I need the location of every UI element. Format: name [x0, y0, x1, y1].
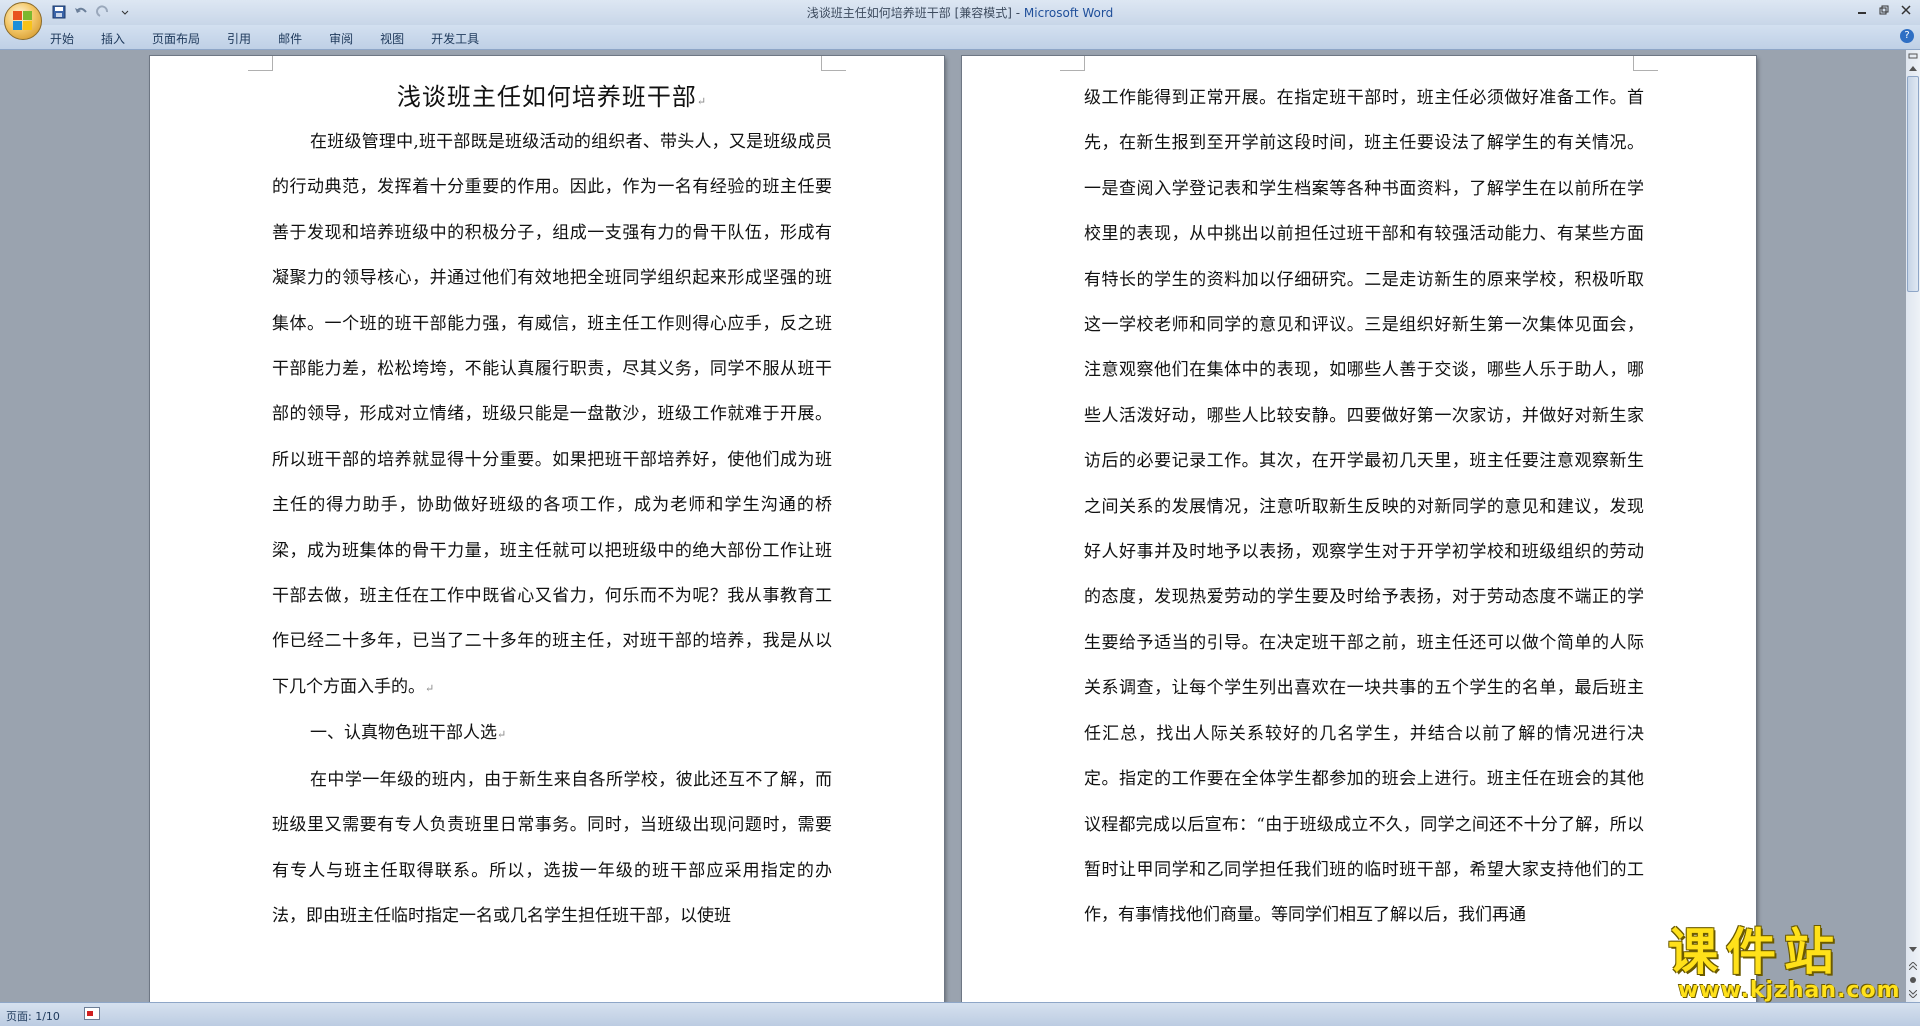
site-watermark: 课件站 www.kjzhan.com: [1668, 924, 1904, 1004]
window-title: 浅谈班主任如何培养班干部 [兼容模式] - Microsoft Word: [0, 4, 1920, 21]
previous-page-button[interactable]: [1906, 960, 1920, 972]
close-icon: [1901, 5, 1911, 15]
tab-developer[interactable]: 开发工具: [431, 30, 479, 47]
vertical-scrollbar[interactable]: [1906, 50, 1920, 1002]
ribbon-tab-bar: 开始 插入 页面布局 引用 邮件 审阅 视图 开发工具 ?: [0, 25, 1920, 50]
ruler-icon: [1908, 53, 1918, 59]
chevron-down-icon: [1909, 947, 1917, 952]
browse-object-button[interactable]: [1906, 974, 1920, 986]
close-button[interactable]: [1896, 2, 1916, 18]
window-controls: [1852, 2, 1916, 18]
document-page-left[interactable]: 浅谈班主任如何培养班干部↵ 在班级管理中,班干部既是班级活动的组织者、带头人，又…: [150, 56, 944, 1003]
minimize-button[interactable]: [1852, 2, 1872, 18]
page-text: 浅谈班主任如何培养班干部↵ 在班级管理中,班干部既是班级活动的组织者、带头人，又…: [272, 74, 832, 939]
office-logo-icon: [13, 11, 33, 31]
document-page-right[interactable]: 级工作能得到正常开展。在指定班干部时，班主任必须做好准备工作。首先，在新生报到至…: [962, 56, 1756, 1003]
circle-icon: [1910, 977, 1916, 983]
paragraph: 在班级管理中,班干部既是班级活动的组织者、带头人，又是班级成员的行动典范，发挥着…: [272, 132, 832, 697]
page-indicator[interactable]: 页面: 1/10: [6, 1008, 60, 1024]
ribbon-tabs: 开始 插入 页面布局 引用 邮件 审阅 视图 开发工具: [50, 30, 506, 47]
page-corner-mark: [821, 56, 846, 71]
section-heading: 一、认真物色班干部人选: [310, 723, 497, 744]
double-chevron-down-icon: [1909, 990, 1917, 998]
watermark-title: 课件站: [1668, 923, 1842, 981]
paragraph-mark-icon: ↵: [425, 681, 435, 695]
minimize-icon: [1858, 12, 1866, 14]
ruler-toggle-button[interactable]: [1906, 50, 1920, 62]
tab-review[interactable]: 审阅: [329, 30, 353, 47]
chevron-up-icon: [1909, 66, 1917, 71]
page-text: 级工作能得到正常开展。在指定班干部时，班主任必须做好准备工作。首先，在新生报到至…: [1084, 76, 1644, 939]
page-corner-mark: [1060, 56, 1085, 71]
page-corner-mark: [1633, 56, 1658, 71]
restore-button[interactable]: [1874, 2, 1894, 18]
tab-page-layout[interactable]: 页面布局: [152, 30, 200, 47]
document-heading: 浅谈班主任如何培养班干部: [396, 83, 697, 111]
double-chevron-up-icon: [1909, 962, 1917, 970]
scroll-down-button[interactable]: [1906, 944, 1920, 956]
tab-references[interactable]: 引用: [227, 30, 251, 47]
tab-view[interactable]: 视图: [380, 30, 404, 47]
help-icon[interactable]: ?: [1900, 29, 1914, 43]
title-bar: 浅谈班主任如何培养班干部 [兼容模式] - Microsoft Word: [0, 0, 1920, 40]
office-button[interactable]: [4, 2, 42, 40]
restore-icon: [1879, 5, 1889, 15]
watermark-url: www.kjzhan.com: [1678, 978, 1901, 1003]
tab-home[interactable]: 开始: [50, 30, 74, 47]
status-bar: 页面: 1/10: [0, 1002, 1920, 1026]
paragraph-mark-icon: ↵: [497, 728, 507, 742]
app-name: Microsoft Word: [1023, 6, 1114, 20]
page-corner-mark: [248, 56, 273, 71]
document-title: 浅谈班主任如何培养班干部 [兼容模式] -: [806, 6, 1024, 20]
tab-mailings[interactable]: 邮件: [278, 30, 302, 47]
next-page-button[interactable]: [1906, 988, 1920, 1000]
paragraph-mark-icon: ↵: [696, 95, 708, 108]
proofing-icon[interactable]: [84, 1007, 100, 1020]
scroll-up-button[interactable]: [1906, 62, 1920, 74]
paragraph: 级工作能得到正常开展。在指定班干部时，班主任必须做好准备工作。首先，在新生报到至…: [1084, 88, 1644, 926]
tab-insert[interactable]: 插入: [101, 30, 125, 47]
scroll-thumb[interactable]: [1907, 76, 1919, 292]
paragraph: 在中学一年级的班内，由于新生来自各所学校，彼此还互不了解，而班级里又需要有专人负…: [272, 769, 832, 926]
